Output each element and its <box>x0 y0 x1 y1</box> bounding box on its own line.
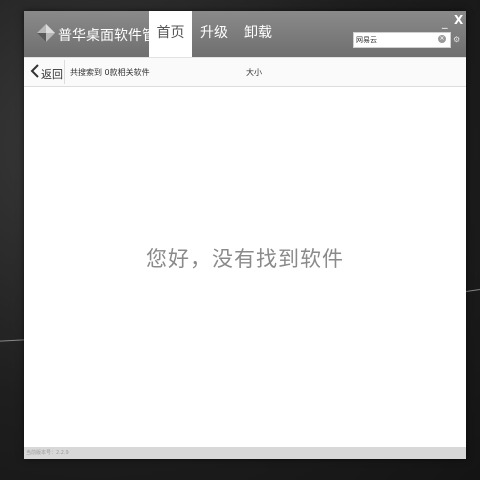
tab-home[interactable]: 首页 <box>149 11 192 57</box>
gear-icon[interactable]: ⚙ <box>453 36 461 44</box>
status-bar: 当前版本号：2.2.9 <box>24 447 466 459</box>
empty-message: 您好，没有找到软件 <box>146 247 344 271</box>
desktop-streak <box>0 339 25 342</box>
diamond-logo-icon <box>37 24 55 42</box>
tab-upgrade-label: 升级 <box>200 25 228 41</box>
clear-icon[interactable]: × <box>438 35 446 43</box>
back-button[interactable]: 返回 <box>26 60 65 84</box>
result-toolbar: 返回 共搜索到 0款相关软件 大小 <box>24 57 466 87</box>
tab-home-label: 首页 <box>156 25 185 41</box>
chevron-left-icon <box>30 64 39 78</box>
result-count: 共搜索到 0款相关软件 <box>70 68 150 77</box>
close-button[interactable]: X <box>454 14 463 26</box>
minimize-button[interactable]: _ <box>442 17 448 28</box>
version-label: 当前版本号：2.2.9 <box>26 450 69 456</box>
tab-upgrade[interactable]: 升级 <box>196 11 232 57</box>
size-column-header: 大小 <box>246 68 262 77</box>
tab-uninstall[interactable]: 卸载 <box>240 11 276 57</box>
desktop-streak <box>465 289 480 292</box>
back-label: 返回 <box>41 68 63 81</box>
title-bar: 普华桌面软件管家 首页 升级 卸载 _ X × ⚙ <box>24 11 466 57</box>
search-box: × <box>353 32 451 48</box>
tab-uninstall-label: 卸载 <box>244 25 272 41</box>
search-input[interactable] <box>356 33 434 47</box>
app-window: 普华桌面软件管家 首页 升级 卸载 _ X × ⚙ 返回 共搜索到 0款相关软件… <box>24 11 466 459</box>
